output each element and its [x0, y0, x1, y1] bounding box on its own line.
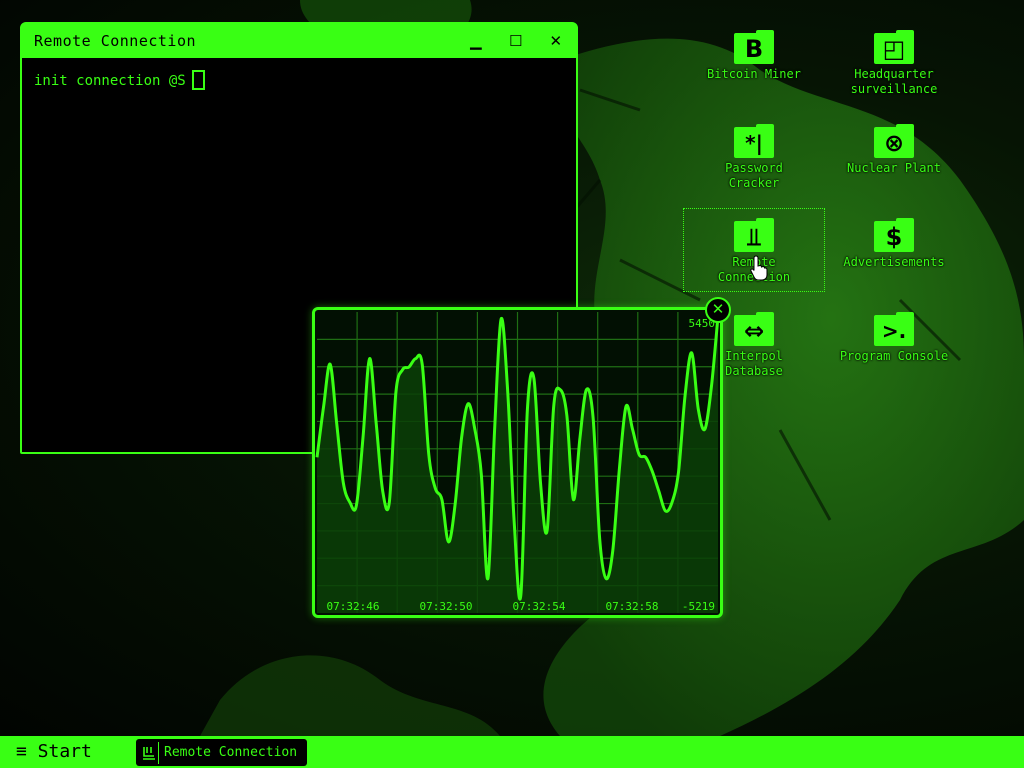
- desktop-icon-bitcoin-miner[interactable]: B Bitcoin Miner: [684, 30, 824, 82]
- bitcoin-icon: B: [734, 30, 774, 64]
- remote-connection-icon: [139, 741, 159, 764]
- remote-connection-icon: ⫫: [734, 218, 774, 252]
- x-tick-label: 07:32:50: [420, 600, 473, 613]
- desktop-icon-label: Bitcoin Miner: [707, 67, 801, 81]
- surveillance-icon: ◰: [874, 30, 914, 64]
- y-min-label: -5219: [682, 600, 715, 613]
- desktop-icon-label: Program Console: [839, 349, 949, 363]
- close-button[interactable]: ✕: [536, 24, 576, 58]
- desktop-icon-program-console[interactable]: >. Program Console: [824, 312, 964, 364]
- database-icon: ⇔: [734, 312, 774, 346]
- terminal-output[interactable]: init connection @S: [22, 58, 576, 102]
- dollar-icon: $: [874, 218, 914, 252]
- desktop-icon-label: Password Cracker: [725, 161, 783, 190]
- window-titlebar[interactable]: Remote Connection ▁ ☐ ✕: [22, 24, 576, 58]
- desktop-icon-label: Headquarter surveillance: [850, 67, 938, 96]
- window-title: Remote Connection: [34, 32, 197, 50]
- start-button[interactable]: ≡ Start: [16, 740, 92, 764]
- password-cracker-icon: *|: [734, 124, 774, 158]
- desktop-icon-label: Advertisements: [843, 255, 945, 269]
- terminal-prompt: init connection @S: [34, 73, 186, 89]
- taskbar: ≡ Start Remote Connection: [0, 736, 1024, 768]
- signal-chart: 5450-521907:32:46 07:32:50 07:32:54 07:32:5…: [315, 312, 720, 613]
- taskbar-item-remote-connection[interactable]: Remote Connection: [136, 739, 307, 766]
- desktop-icon-nuclear-plant[interactable]: ⊗ Nuclear Plant: [824, 124, 964, 176]
- nuclear-icon: ⊗: [874, 124, 914, 158]
- desktop-icon-headquarter-surveillance[interactable]: ◰ Headquarter surveillance: [824, 30, 964, 97]
- chart-close-button[interactable]: ✕: [705, 297, 731, 323]
- text-cursor: [191, 70, 205, 90]
- taskbar-item-label: Remote Connection: [164, 745, 298, 760]
- maximize-button[interactable]: ☐: [496, 24, 536, 58]
- hand-pointer-icon: [750, 255, 768, 281]
- x-tick-label: 07:32:46: [327, 600, 380, 613]
- minimize-button[interactable]: ▁: [456, 24, 496, 58]
- x-tick-label: 07:32:54: [513, 600, 566, 613]
- desktop-icon-label: Nuclear Plant: [847, 161, 941, 175]
- console-icon: >.: [874, 312, 914, 346]
- desktop-icon-password-cracker[interactable]: *| Password Cracker: [684, 124, 824, 191]
- desktop-icon-advertisements[interactable]: $ Advertisements: [824, 218, 964, 270]
- x-tick-label: 07:32:58: [606, 600, 659, 613]
- signal-chart-widget[interactable]: 5450 -5219 07:32:46 07:32:50 07:32:54 07:32:5…: [312, 307, 723, 618]
